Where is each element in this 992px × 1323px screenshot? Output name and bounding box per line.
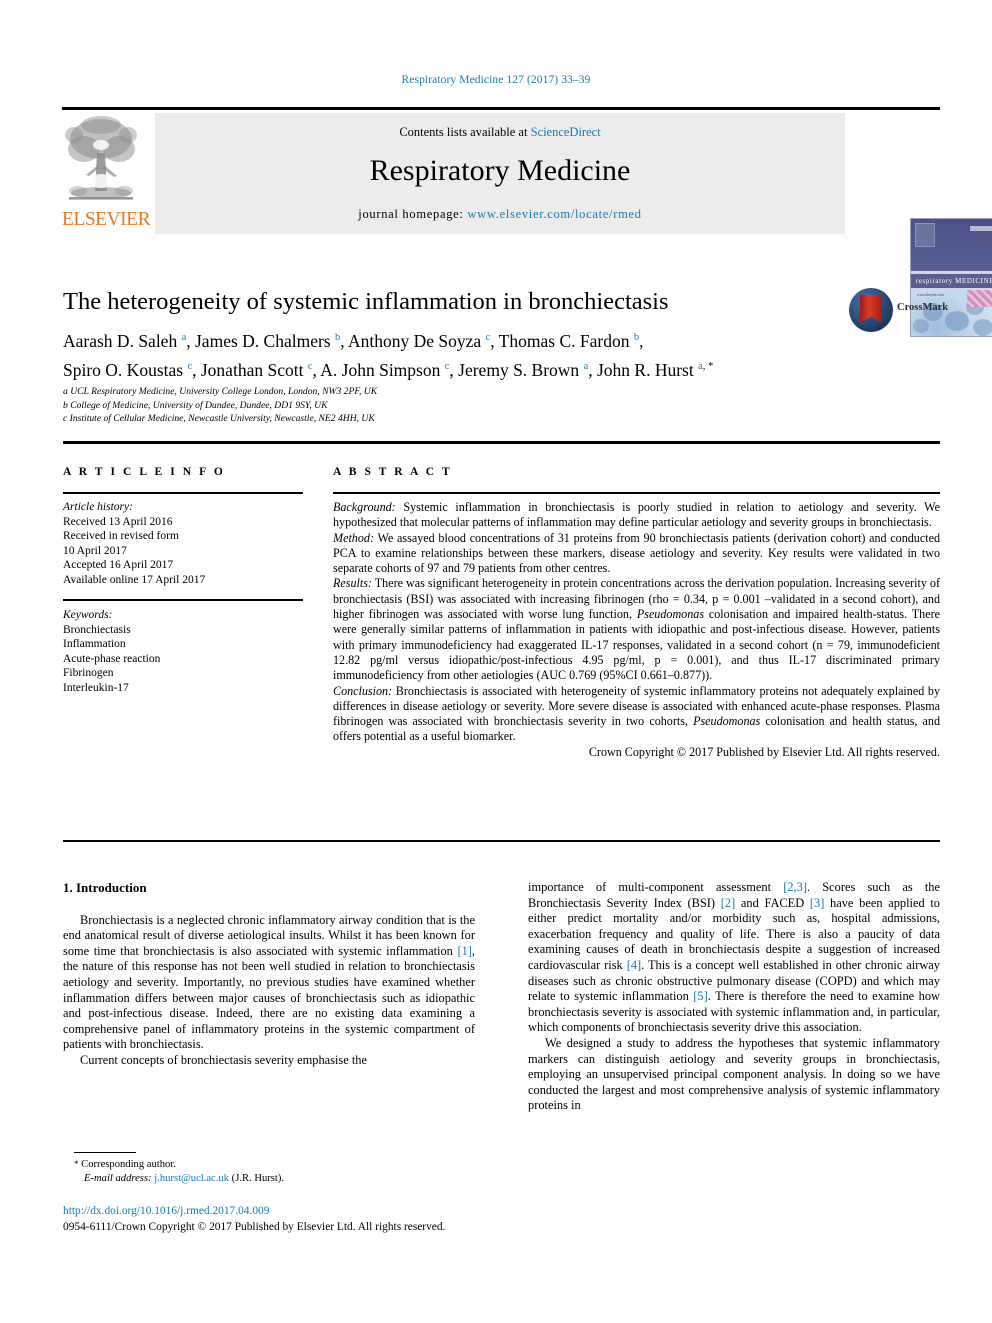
cover-top-bar (970, 226, 992, 231)
affiliation-item: a UCL Respiratory Medicine, University C… (63, 386, 378, 397)
abstract-method-text: We assayed blood concentrations of 31 pr… (333, 530, 940, 576)
journal-homepage-line: journal homepage: www.elsevier.com/locat… (155, 207, 845, 222)
history-item: Received 13 April 2016 (63, 515, 173, 528)
abstract-background-label: Background: (333, 500, 396, 514)
crossmark-circle-icon (849, 288, 893, 332)
history-item: Available online 17 April 2017 (63, 573, 206, 586)
contents-prefix: Contents lists available at (399, 125, 531, 139)
journal-masthead: ELSEVIER Contents lists available at Sci… (62, 107, 992, 337)
email-suffix: (J.R. Hurst). (229, 1173, 285, 1185)
cover-inset-figure (967, 290, 992, 307)
sciencedirect-link[interactable]: ScienceDirect (531, 125, 601, 139)
email-line: E-mail address: j.hurst@ucl.ac.uk (J.R. … (74, 1172, 474, 1186)
article-info-heading: A R T I C L E I N F O (63, 466, 226, 478)
cover-journal-name: respiratory MEDICINE (911, 274, 992, 288)
elsevier-tree-icon (65, 116, 137, 200)
footnote-rule (74, 1152, 136, 1153)
cover-cell-blob (973, 319, 992, 336)
info-rule-1 (63, 492, 303, 494)
intro-paragraph-3: importance of multi-component assessment… (528, 880, 941, 1035)
homepage-label: journal homepage: (358, 207, 468, 221)
abstract-conclusion-italic-1: Pseudomonas (693, 714, 761, 729)
author-line-1: Aarash D. Saleh a, James D. Chalmers b, … (63, 330, 644, 351)
history-item: Accepted 16 April 2017 (63, 559, 174, 572)
abstract-method: Method: We assayed blood concentrations … (333, 531, 940, 577)
body-column-right: importance of multi-component assessment… (528, 880, 940, 1114)
keyword-item: Interleukin-17 (63, 681, 129, 694)
keyword-item: Inflammation (63, 638, 126, 651)
affiliation-item: b College of Medicine, University of Dun… (63, 399, 328, 411)
citation-ref[interactable]: [3] (810, 896, 824, 910)
issn-copyright-line: 0954-6111/Crown Copyright © 2017 Publish… (63, 1221, 446, 1233)
cover-cell-blob (945, 311, 969, 331)
keyword-item: Bronchiectasis (63, 623, 131, 636)
body-column-left: 1. Introduction Bronchiectasis is a negl… (63, 880, 475, 1069)
journal-banner: Contents lists available at ScienceDirec… (155, 113, 845, 234)
abstract-results-label: Results: (333, 576, 372, 591)
abstract-conclusion: Conclusion: Bronchiectasis is associated… (333, 684, 940, 745)
citation-ref[interactable]: [2] (721, 896, 735, 910)
elsevier-logo: ELSEVIER (62, 113, 151, 234)
citation-ref[interactable]: [2,3] (783, 880, 807, 894)
abstract-background-text: Systemic inflammation in bronchiectasis … (333, 500, 940, 530)
corresponding-author-note: * Corresponding author. E-mail address: … (74, 1157, 474, 1186)
author-list: Aarash D. Saleh a, James D. Chalmers b, … (63, 325, 853, 383)
doi-link[interactable]: http://dx.doi.org/10.1016/j.rmed.2017.04… (63, 1203, 493, 1219)
citation-ref[interactable]: [4] (627, 958, 641, 972)
abstract-copyright: Crown Copyright © 2017 Published by Else… (588, 744, 940, 759)
crossmark-book-icon (860, 295, 882, 323)
doi-and-issn-block: http://dx.doi.org/10.1016/j.rmed.2017.04… (63, 1203, 493, 1235)
abstract-results: Results: There was significant heterogen… (333, 576, 940, 683)
info-section-top-rule (63, 441, 940, 444)
corresponding-author-label: Corresponding author. (78, 1159, 176, 1170)
masthead-top-rule (62, 107, 940, 110)
journal-title: Respiratory Medicine (369, 154, 631, 187)
article-history-block: Article history: Received 13 April 2016 … (63, 500, 303, 588)
intro-paragraph-2: Current concepts of bronchiectasis sever… (80, 1052, 367, 1067)
abstract-heading: A B S T R A C T (333, 466, 453, 478)
email-link[interactable]: j.hurst@ucl.ac.uk (154, 1173, 229, 1184)
abstract-rule (333, 492, 940, 494)
citation-ref[interactable]: [1] (457, 944, 471, 958)
keywords-label: Keywords: (63, 609, 113, 621)
running-head: Respiratory Medicine 127 (2017) 33–39 (401, 74, 591, 86)
crossmark-label: CrossMark (897, 302, 949, 313)
abstract-conclusion-label: Conclusion: (333, 683, 393, 698)
intro-paragraph-4: We designed a study to address the hypot… (528, 1035, 940, 1113)
abstract-body: Background: Systemic inflammation in bro… (333, 500, 940, 760)
affiliations: a UCL Respiratory Medicine, University C… (63, 385, 763, 426)
abstract-results-italic-1: Pseudomonas (636, 607, 705, 622)
info-rule-2 (63, 599, 303, 601)
intro-paragraph-1: Bronchiectasis is a neglected chronic in… (63, 912, 475, 1052)
crossmark-badge[interactable]: CrossMark (849, 288, 948, 334)
page-title: The heterogeneity of systemic inflammati… (63, 288, 669, 315)
history-item: 10 April 2017 (63, 544, 127, 557)
body-top-rule (63, 840, 940, 842)
corresponding-author-line: * Corresponding author. (74, 1157, 474, 1172)
journal-article-page: Respiratory Medicine 127 (2017) 33–39 EL… (0, 0, 992, 1323)
keyword-item: Acute-phase reaction (63, 652, 161, 665)
elsevier-wordmark: ELSEVIER (62, 209, 151, 230)
keywords-block: Keywords: Bronchiectasis Inflammation Ac… (63, 608, 303, 696)
introduction-heading: 1. Introduction (63, 880, 147, 895)
keyword-item: Fibrinogen (63, 667, 114, 680)
contents-available-line: Contents lists available at ScienceDirec… (155, 125, 845, 140)
article-history-label: Article history: (63, 501, 133, 513)
cover-elsevier-mark (915, 223, 935, 247)
email-label: E-mail address: (84, 1173, 152, 1185)
history-item: Received in revised form (63, 530, 179, 543)
journal-homepage-link[interactable]: www.elsevier.com/locate/rmed (467, 207, 641, 221)
author-line-2: Spiro O. Koustas c, Jonathan Scott c, A.… (63, 359, 714, 380)
citation-ref[interactable]: [5] (693, 989, 707, 1003)
abstract-method-label: Method: (333, 530, 374, 545)
abstract-background: Background: Systemic inflammation in bro… (333, 500, 940, 531)
affiliation-item: c Institute of Cellular Medicine, Newcas… (63, 413, 375, 424)
